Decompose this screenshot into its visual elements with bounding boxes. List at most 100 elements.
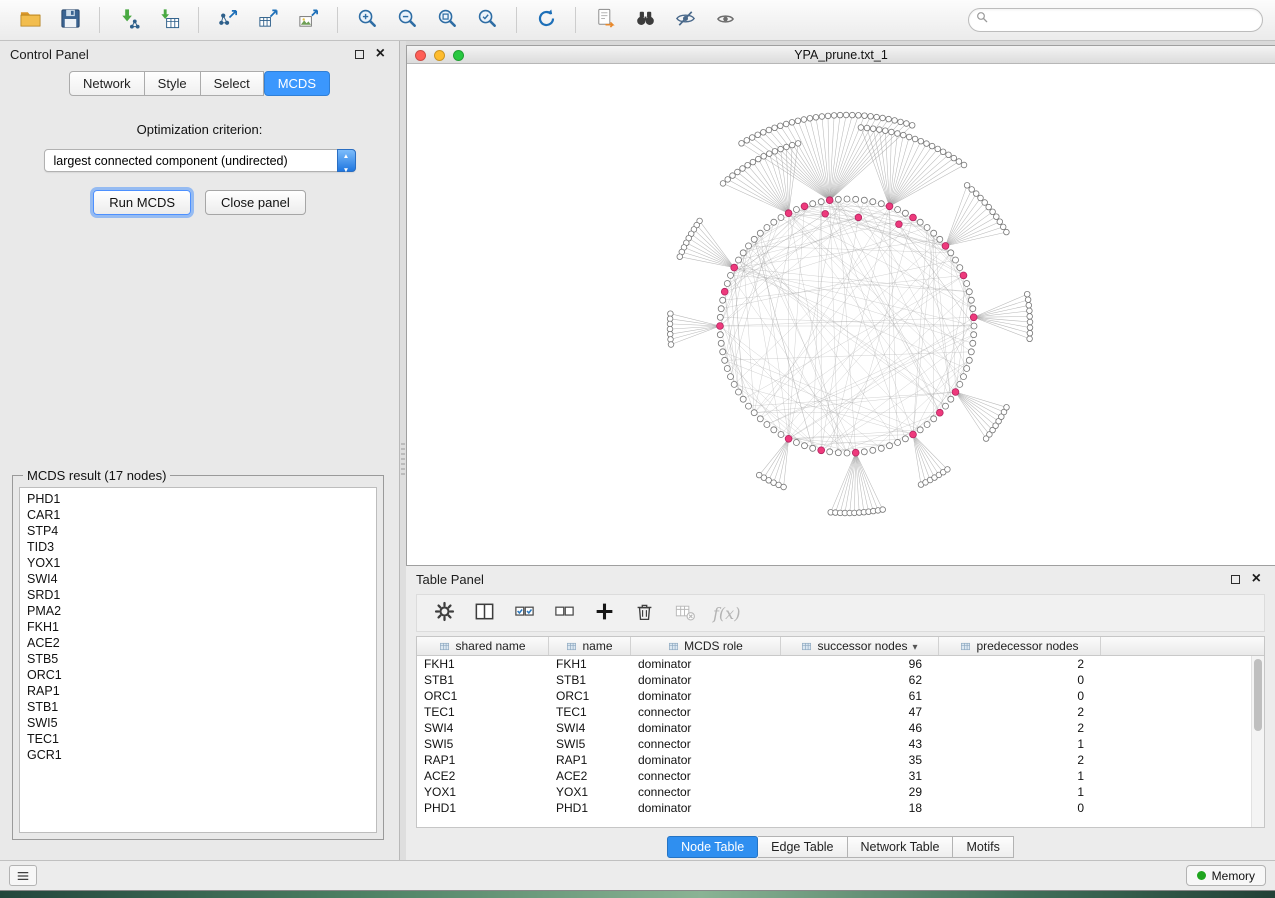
table-row[interactable]: RAP1RAP1dominator352 [417,752,1264,768]
memory-button[interactable]: Memory [1186,865,1266,886]
export-image-button[interactable] [290,4,326,36]
table-row[interactable]: FKH1FKH1dominator962 [417,656,1264,672]
scrollbar-thumb[interactable] [1254,659,1262,731]
network-graph[interactable] [407,64,1274,565]
import-table-button[interactable] [151,4,187,36]
save-icon [59,7,82,33]
mcds-node-item[interactable]: TID3 [27,539,376,555]
run-mcds-button[interactable]: Run MCDS [93,190,191,215]
mcds-node-item[interactable]: GCR1 [27,747,376,763]
table-row[interactable]: SWI4SWI4dominator462 [417,720,1264,736]
column-header-name[interactable]: name [549,637,631,655]
zoom-in-icon [356,7,379,33]
tab-select[interactable]: Select [201,71,264,96]
column-header-mcds-role[interactable]: MCDS role [631,637,781,655]
cell-shared-name: SWI5 [417,737,549,751]
open-session-button[interactable] [12,4,48,36]
close-table-panel-icon[interactable] [1252,571,1261,587]
show-columns-button[interactable] [473,600,496,626]
cell-shared-name: ORC1 [417,689,549,703]
table-row[interactable]: STB1STB1dominator620 [417,672,1264,688]
mcds-node-item[interactable]: PMA2 [27,603,376,619]
network-canvas[interactable] [407,64,1275,565]
add-row-button[interactable] [593,600,616,626]
tab-style[interactable]: Style [145,71,201,96]
close-panel-icon[interactable] [376,46,385,62]
window-zoom-icon[interactable] [453,50,464,61]
zoom-out-button[interactable] [389,4,425,36]
table-row[interactable]: TEC1TEC1connector472 [417,704,1264,720]
delete-row-button[interactable] [633,600,656,626]
column-header-successor-nodes[interactable]: successor nodes [781,637,939,655]
optimization-criterion-select[interactable]: largest connected component (undirected) [44,149,356,172]
table-settings-button[interactable] [433,600,456,626]
tab-network[interactable]: Network [69,71,145,96]
apply-style-button[interactable] [587,4,623,36]
tab-motifs[interactable]: Motifs [953,836,1013,858]
float-table-panel-icon[interactable] [1231,575,1240,584]
mcds-node-item[interactable]: ACE2 [27,635,376,651]
mcds-node-item[interactable]: STB1 [27,699,376,715]
export-network-button[interactable] [210,4,246,36]
mcds-node-item[interactable]: YOX1 [27,555,376,571]
panel-menu-button[interactable] [9,865,37,886]
table-row[interactable]: SWI5SWI5connector431 [417,736,1264,752]
tab-network-table[interactable]: Network Table [848,836,954,858]
cell-successor-nodes: 96 [781,657,939,671]
table-row[interactable]: PHD1PHD1dominator180 [417,800,1264,816]
import-network-icon [118,7,141,33]
cell-name: SWI5 [549,737,631,751]
mcds-result-group: MCDS result (17 nodes) PHD1CAR1STP4TID3Y… [12,468,384,840]
mcds-node-item[interactable]: SWI5 [27,715,376,731]
mcds-node-item[interactable]: SRD1 [27,587,376,603]
delete-table-icon [673,600,696,626]
eye-icon [714,7,737,33]
import-table-icon [158,7,181,33]
zoom-fit-button[interactable] [429,4,465,36]
table-row[interactable]: YOX1YOX1connector291 [417,784,1264,800]
cell-successor-nodes: 47 [781,705,939,719]
mcds-node-item[interactable]: RAP1 [27,683,376,699]
function-builder-button[interactable]: f(x) [713,604,740,623]
mcds-node-item[interactable]: FKH1 [27,619,376,635]
mcds-node-item[interactable]: CAR1 [27,507,376,523]
zoom-selected-button[interactable] [469,4,505,36]
table-row[interactable]: ORC1ORC1dominator610 [417,688,1264,704]
window-close-icon[interactable] [415,50,426,61]
tab-node-table[interactable]: Node Table [667,836,758,858]
mcds-node-item[interactable]: STB5 [27,651,376,667]
column-header-predecessor-nodes[interactable]: predecessor nodes [939,637,1101,655]
import-network-button[interactable] [111,4,147,36]
save-session-button[interactable] [52,4,88,36]
mcds-node-item[interactable]: TEC1 [27,731,376,747]
find-in-network-button[interactable] [627,4,663,36]
column-header-shared-name[interactable]: shared name [417,637,549,655]
float-panel-icon[interactable] [355,50,364,59]
close-panel-button[interactable]: Close panel [205,190,306,215]
export-table-icon [257,7,280,33]
mcds-node-item[interactable]: PHD1 [27,491,376,507]
table-scrollbar[interactable] [1251,656,1264,827]
search-box[interactable] [968,8,1263,32]
zoom-in-button[interactable] [349,4,385,36]
toggle-graphics-details-button[interactable] [667,4,703,36]
show-graphics-details-button[interactable] [707,4,743,36]
window-minimize-icon[interactable] [434,50,445,61]
mcds-node-item[interactable]: STP4 [27,523,376,539]
export-table-button[interactable] [250,4,286,36]
mcds-result-list[interactable]: PHD1CAR1STP4TID3YOX1SWI4SRD1PMA2FKH1ACE2… [19,487,377,833]
network-window-titlebar[interactable]: YPA_prune.txt_1 [407,46,1275,64]
deselect-all-button[interactable] [553,600,576,626]
search-input[interactable] [995,13,1256,27]
chevron-down-icon [913,639,918,653]
mcds-node-item[interactable]: SWI4 [27,571,376,587]
table-row[interactable]: ACE2ACE2connector311 [417,768,1264,784]
cell-shared-name: PHD1 [417,801,549,815]
select-all-button[interactable] [513,600,536,626]
refresh-layout-button[interactable] [528,4,564,36]
mcds-node-item[interactable]: ORC1 [27,667,376,683]
sort-grid-icon [960,641,971,652]
tab-mcds[interactable]: MCDS [264,71,330,96]
tab-edge-table[interactable]: Edge Table [758,836,847,858]
delete-table-button[interactable] [673,600,696,626]
